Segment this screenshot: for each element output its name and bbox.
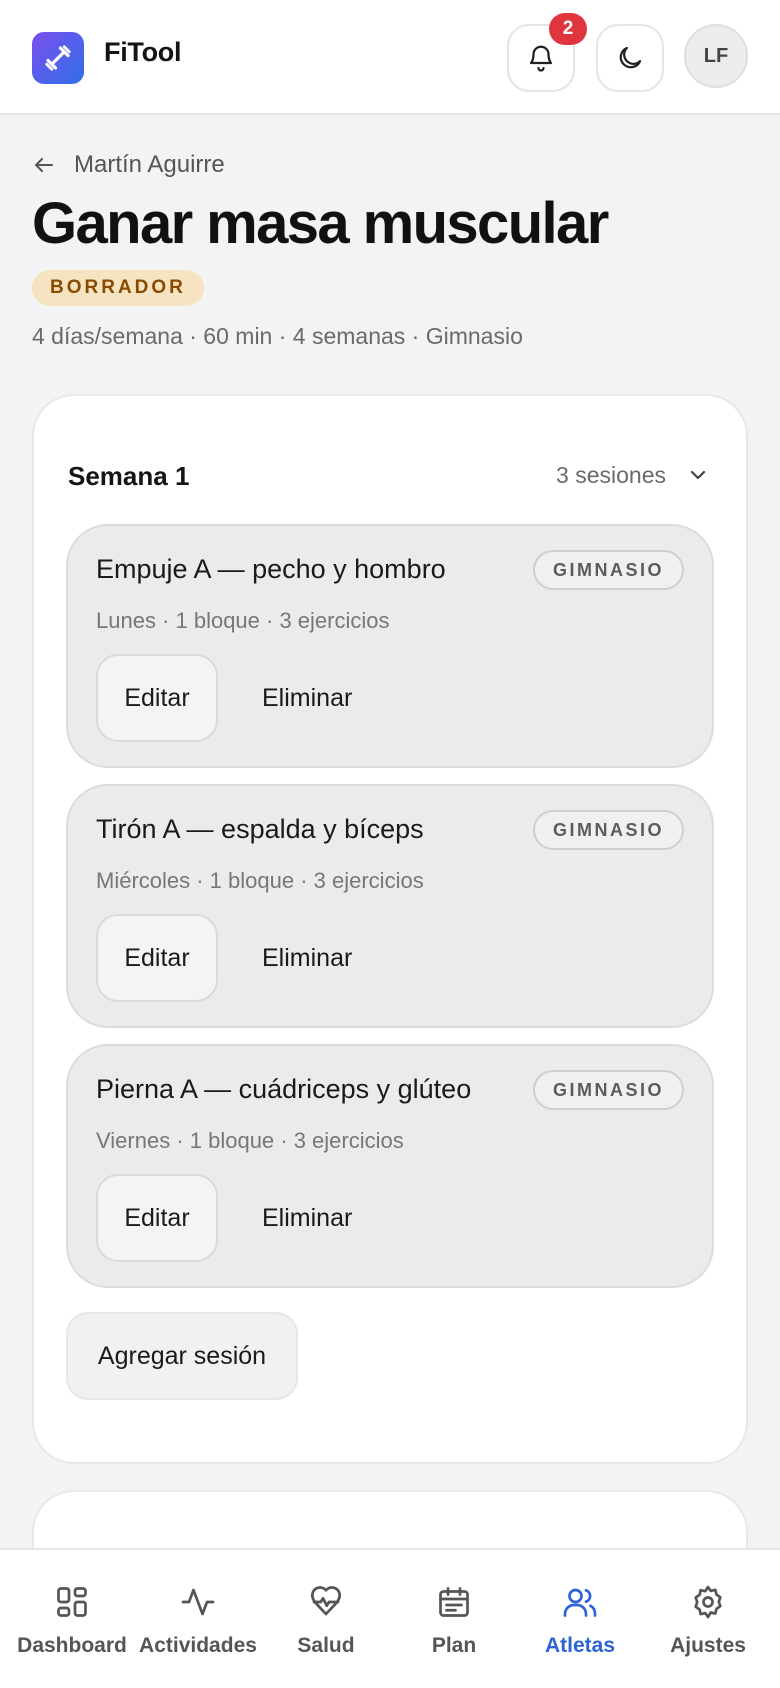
nav-item-settings[interactable]: Ajustes [644,1580,772,1670]
nav-label: Salud [297,1634,355,1657]
app-name: FiTool [104,37,182,67]
plan-meta: 4 días/semana · 60 min · 4 semanas · Gim… [32,323,523,349]
session-name: Tirón A — espalda y bíceps [96,814,424,844]
delete-session-button[interactable]: Eliminar [262,1174,352,1262]
session-type-tag: GIMNASIO [532,810,684,850]
edit-session-button[interactable]: Editar [96,1174,218,1262]
chevron-down-icon [690,470,706,480]
back-link-label: Martín Aguirre [74,151,225,178]
session-card: Pierna A — cuádriceps y glúteo GIMNASIO … [66,1044,714,1288]
nav-label: Dashboard [17,1634,127,1657]
nav-label: Atletas [544,1634,616,1657]
session-name: Empuje A — pecho y hombro [96,554,446,584]
notification-count-badge: 2 [549,13,587,45]
add-session-button[interactable]: Agregar sesión [66,1312,298,1400]
nav-item-plan[interactable]: Plan [390,1580,518,1670]
session-type-tag: GIMNASIO [532,550,684,590]
app-logo[interactable] [32,32,84,84]
delete-session-button[interactable]: Eliminar [262,654,352,742]
moon-icon [619,46,642,69]
session-meta: Viernes · 1 bloque · 3 ejercicios [96,1128,404,1153]
heart-pulse-icon [310,1586,342,1616]
nav-item-athletes[interactable]: Atletas [516,1580,644,1670]
status-badge: BORRADOR [32,270,204,306]
nav-label: Plan [431,1634,477,1657]
users-icon [563,1588,597,1617]
app-header: FiTool 2 LF [0,0,780,115]
week-toggle[interactable]: 3 sesiones [556,458,710,492]
edit-session-button[interactable]: Editar [96,914,218,1002]
session-type-tag: GIMNASIO [532,1070,684,1110]
week-session-count: 3 sesiones [556,461,666,488]
delete-session-button[interactable]: Eliminar [262,914,352,1002]
theme-toggle-button[interactable] [596,24,664,92]
dashboard-icon [57,1587,87,1617]
nav-item-activities[interactable]: Actividades [134,1580,262,1670]
week-card: Semana 1 3 sesiones Empuje A — pecho y h… [32,394,748,1464]
bell-icon [529,45,553,72]
arrow-left-icon [35,158,53,172]
bottom-nav: Dashboard Actividades Salud Plan Atletas… [0,1548,780,1688]
edit-session-button[interactable]: Editar [96,654,218,742]
calendar-icon [439,1587,469,1617]
nav-label: Ajustes [670,1634,746,1657]
session-card: Tirón A — espalda y bíceps GIMNASIO Miér… [66,784,714,1028]
session-meta: Miércoles · 1 bloque · 3 ejercicios [96,868,424,893]
nav-item-dashboard[interactable]: Dashboard [8,1580,136,1670]
dumbbell-icon [45,45,71,71]
nav-item-health[interactable]: Salud [262,1580,390,1670]
week-title: Semana 1 [68,461,190,491]
user-avatar[interactable]: LF [684,24,748,88]
session-meta: Lunes · 1 bloque · 3 ejercicios [96,608,390,633]
session-card: Empuje A — pecho y hombro GIMNASIO Lunes… [66,524,714,768]
session-name: Pierna A — cuádriceps y glúteo [96,1074,472,1104]
nav-label: Actividades [139,1634,257,1657]
page-title: Ganar masa muscular [32,191,609,256]
gear-icon [694,1585,722,1619]
back-link[interactable]: Martín Aguirre [32,148,225,182]
activity-icon [181,1588,215,1616]
